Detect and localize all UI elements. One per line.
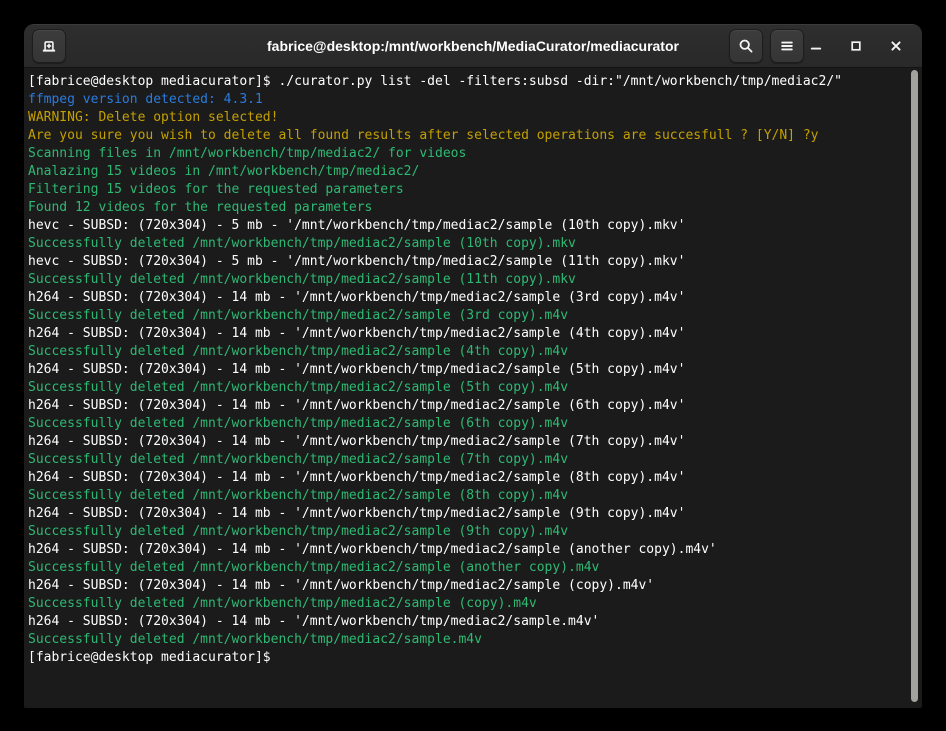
terminal-line: h264 - SUBSD: (720x304) - 14 mb - '/mnt/…: [28, 613, 906, 631]
close-button[interactable]: [884, 34, 908, 58]
maximize-icon: [848, 38, 864, 54]
scrollbar[interactable]: [909, 68, 922, 707]
terminal-line: Successfully deleted /mnt/workbench/tmp/…: [28, 235, 906, 253]
terminal-line: Successfully deleted /mnt/workbench/tmp/…: [28, 523, 906, 541]
terminal-line: Filtering 15 videos for the requested pa…: [28, 181, 906, 199]
terminal-line: h264 - SUBSD: (720x304) - 14 mb - '/mnt/…: [28, 577, 906, 595]
terminal-line: hevc - SUBSD: (720x304) - 5 mb - '/mnt/w…: [28, 253, 906, 271]
minimize-button[interactable]: [804, 34, 828, 58]
titlebar[interactable]: fabrice@desktop:/mnt/workbench/MediaCura…: [24, 24, 922, 68]
terminal-line: h264 - SUBSD: (720x304) - 14 mb - '/mnt/…: [28, 505, 906, 523]
terminal-line: [fabrice@desktop mediacurator]$: [28, 649, 906, 667]
close-icon: [888, 38, 904, 54]
terminal-line: hevc - SUBSD: (720x304) - 5 mb - '/mnt/w…: [28, 217, 906, 235]
titlebar-right-controls: [729, 29, 908, 63]
terminal-line: Scanning files in /mnt/workbench/tmp/med…: [28, 145, 906, 163]
terminal-line: Successfully deleted /mnt/workbench/tmp/…: [28, 631, 906, 649]
terminal-line: h264 - SUBSD: (720x304) - 14 mb - '/mnt/…: [28, 541, 906, 559]
terminal-line: h264 - SUBSD: (720x304) - 14 mb - '/mnt/…: [28, 469, 906, 487]
minimize-icon: [808, 38, 824, 54]
terminal-lines: [fabrice@desktop mediacurator]$ ./curato…: [24, 68, 922, 667]
menu-button[interactable]: [770, 29, 804, 63]
terminal-line: Successfully deleted /mnt/workbench/tmp/…: [28, 271, 906, 289]
new-tab-icon: [41, 38, 57, 54]
search-button[interactable]: [729, 29, 763, 63]
terminal-line: Successfully deleted /mnt/workbench/tmp/…: [28, 415, 906, 433]
terminal-line: h264 - SUBSD: (720x304) - 14 mb - '/mnt/…: [28, 325, 906, 343]
terminal-line: Analazing 15 videos in /mnt/workbench/tm…: [28, 163, 906, 181]
terminal-line: Successfully deleted /mnt/workbench/tmp/…: [28, 307, 906, 325]
desktop-background: { "window": { "title": "fabrice@desktop:…: [0, 0, 946, 731]
terminal-line: Successfully deleted /mnt/workbench/tmp/…: [28, 595, 906, 613]
terminal-line: Successfully deleted /mnt/workbench/tmp/…: [28, 559, 906, 577]
terminal-line: h264 - SUBSD: (720x304) - 14 mb - '/mnt/…: [28, 289, 906, 307]
terminal-line: Are you sure you wish to delete all foun…: [28, 127, 906, 145]
terminal-line: Successfully deleted /mnt/workbench/tmp/…: [28, 451, 906, 469]
terminal-line: Found 12 videos for the requested parame…: [28, 199, 906, 217]
terminal-line: Successfully deleted /mnt/workbench/tmp/…: [28, 487, 906, 505]
terminal-line: h264 - SUBSD: (720x304) - 14 mb - '/mnt/…: [28, 433, 906, 451]
menu-icon: [779, 38, 795, 54]
scrollbar-thumb[interactable]: [911, 70, 918, 702]
terminal-line: WARNING: Delete option selected!: [28, 109, 906, 127]
terminal-line: ffmpeg version detected: 4.3.1: [28, 91, 906, 109]
maximize-button[interactable]: [844, 34, 868, 58]
terminal-line: Successfully deleted /mnt/workbench/tmp/…: [28, 343, 906, 361]
terminal-output[interactable]: [fabrice@desktop mediacurator]$ ./curato…: [24, 68, 922, 707]
terminal-line: [fabrice@desktop mediacurator]$ ./curato…: [28, 73, 906, 91]
new-tab-button[interactable]: [32, 29, 66, 63]
terminal-line: h264 - SUBSD: (720x304) - 14 mb - '/mnt/…: [28, 397, 906, 415]
search-icon: [738, 38, 754, 54]
terminal-window: fabrice@desktop:/mnt/workbench/MediaCura…: [24, 24, 922, 708]
terminal-line: Successfully deleted /mnt/workbench/tmp/…: [28, 379, 906, 397]
terminal-line: h264 - SUBSD: (720x304) - 14 mb - '/mnt/…: [28, 361, 906, 379]
